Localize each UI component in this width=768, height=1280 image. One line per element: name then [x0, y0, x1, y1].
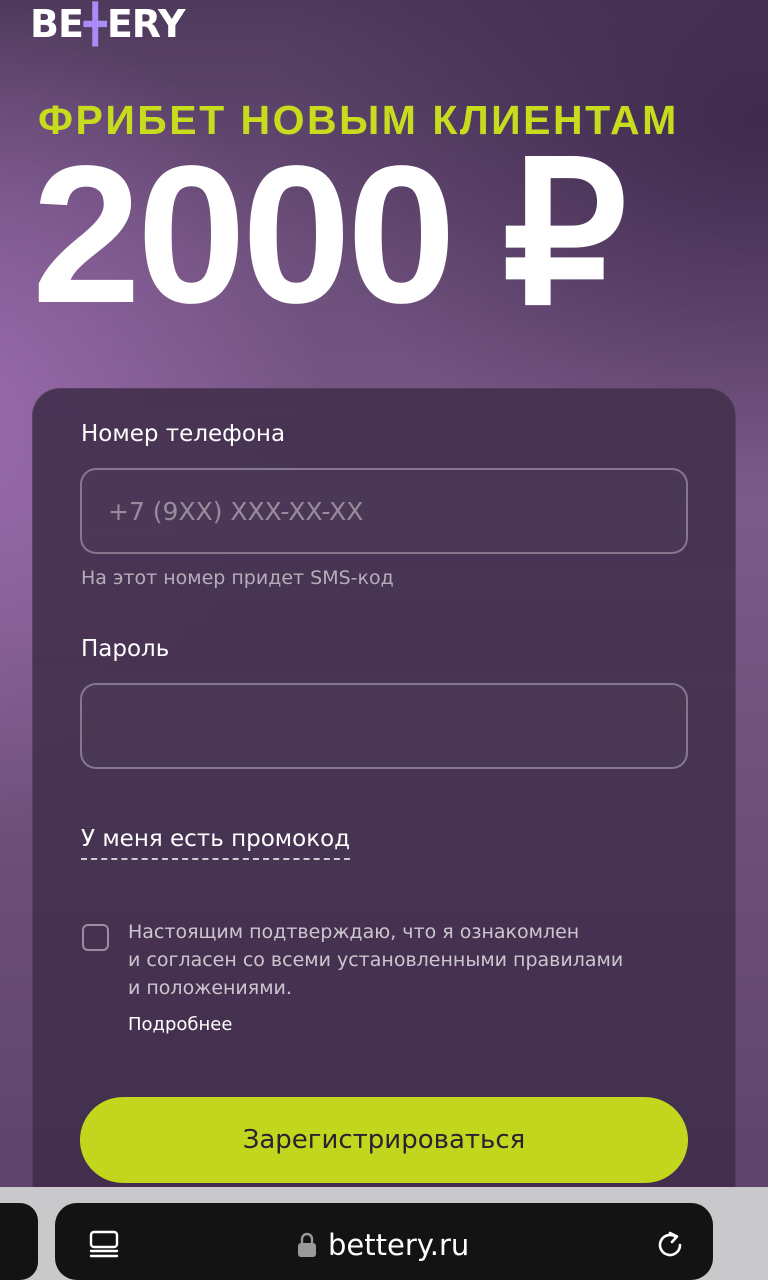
more-link[interactable]: Подробнее [128, 1014, 232, 1035]
promo-code-link[interactable]: У меня есть промокод [81, 826, 351, 860]
consent-line: Настоящим подтверждаю, что я ознакомлен [128, 921, 580, 943]
logo-text-left: BE [30, 2, 84, 46]
consent-text: Настоящим подтверждаю, что я ознакомлен … [128, 918, 658, 1002]
phone-input[interactable]: +7 (9XX) XXX-XX-XX [80, 468, 688, 554]
reload-icon[interactable] [653, 1228, 687, 1262]
consent-line: и положениями. [128, 977, 292, 999]
promo-amount: 2000 ₽ [32, 125, 627, 344]
brand-logo[interactable]: BE ╋ ERY [30, 2, 186, 46]
logo-mark-icon: ╋ [83, 2, 107, 46]
url-text[interactable]: bettery.ru [328, 1228, 469, 1262]
phone-placeholder: +7 (9XX) XXX-XX-XX [108, 496, 364, 526]
register-button[interactable]: Зарегистрироваться [80, 1097, 688, 1183]
logo-text-right: ERY [106, 2, 186, 46]
previous-tab-stub[interactable] [0, 1203, 38, 1280]
consent-line: и согласен со всеми установленными прави… [128, 949, 624, 971]
tabs-icon[interactable] [88, 1230, 120, 1258]
phone-label: Номер телефона [81, 421, 286, 447]
phone-hint: На этот номер придет SMS-код [81, 567, 394, 589]
password-label: Пароль [81, 636, 170, 662]
password-input[interactable] [80, 683, 688, 769]
lock-icon [298, 1232, 316, 1257]
consent-checkbox[interactable] [82, 924, 109, 951]
